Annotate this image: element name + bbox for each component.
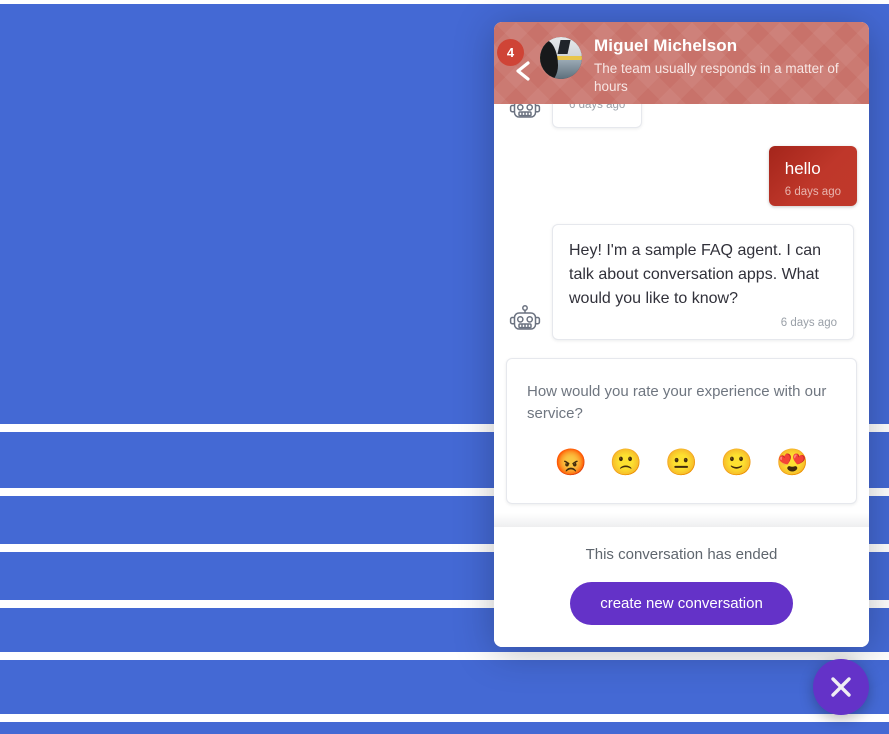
message-row: Hey! I'm a sample FAQ agent. I can talk … xyxy=(506,224,857,340)
unread-count-badge: 4 xyxy=(497,39,524,66)
create-new-conversation-button[interactable]: create new conversation xyxy=(570,582,793,625)
message-bubble: 6 days ago xyxy=(552,104,643,128)
close-icon xyxy=(828,674,854,700)
chat-footer: This conversation has ended create new c… xyxy=(494,513,869,647)
robot-icon xyxy=(506,300,544,338)
chat-header: 4 Miguel Michelson The team usually resp… xyxy=(494,22,869,104)
rating-smiling[interactable]: 🙂 xyxy=(721,447,753,477)
chat-header-text: Miguel Michelson The team usually respon… xyxy=(594,34,853,96)
message-timestamp: 6 days ago xyxy=(784,186,841,198)
message-timestamp: 6 days ago xyxy=(569,104,626,111)
message-row: hello 6 days ago xyxy=(506,146,857,206)
message-text: Hey! I'm a sample FAQ agent. I can talk … xyxy=(569,242,826,307)
rating-love[interactable]: 😍 xyxy=(776,447,808,477)
rating-card: How would you rate your experience with … xyxy=(506,358,857,504)
background-band xyxy=(0,660,889,714)
message-timestamp: 6 days ago xyxy=(780,317,837,329)
agent-name: Miguel Michelson xyxy=(594,36,738,55)
rating-frowning[interactable]: 🙁 xyxy=(610,447,642,477)
rating-angry[interactable]: 😡 xyxy=(555,447,587,477)
response-time-note: The team usually responds in a matter of… xyxy=(594,61,839,94)
message-text: hello xyxy=(784,159,821,178)
avatar xyxy=(540,37,582,79)
rating-options: 😡 🙁 😐 🙂 😍 xyxy=(527,447,836,477)
rating-neutral[interactable]: 😐 xyxy=(665,447,697,477)
background-band xyxy=(0,722,889,734)
message-bubble: Hey! I'm a sample FAQ agent. I can talk … xyxy=(552,224,854,340)
rating-question: How would you rate your experience with … xyxy=(527,383,827,422)
chat-launcher-close-button[interactable] xyxy=(813,659,869,715)
message-row: 6 days ago xyxy=(506,104,857,128)
message-bubble: hello 6 days ago xyxy=(768,146,857,206)
robot-icon xyxy=(506,104,544,126)
conversation-ended-text: This conversation has ended xyxy=(585,546,778,563)
message-list[interactable]: 6 days ago hello 6 days ago Hey! I'm a s… xyxy=(494,104,869,527)
chat-widget: 4 Miguel Michelson The team usually resp… xyxy=(494,22,869,647)
